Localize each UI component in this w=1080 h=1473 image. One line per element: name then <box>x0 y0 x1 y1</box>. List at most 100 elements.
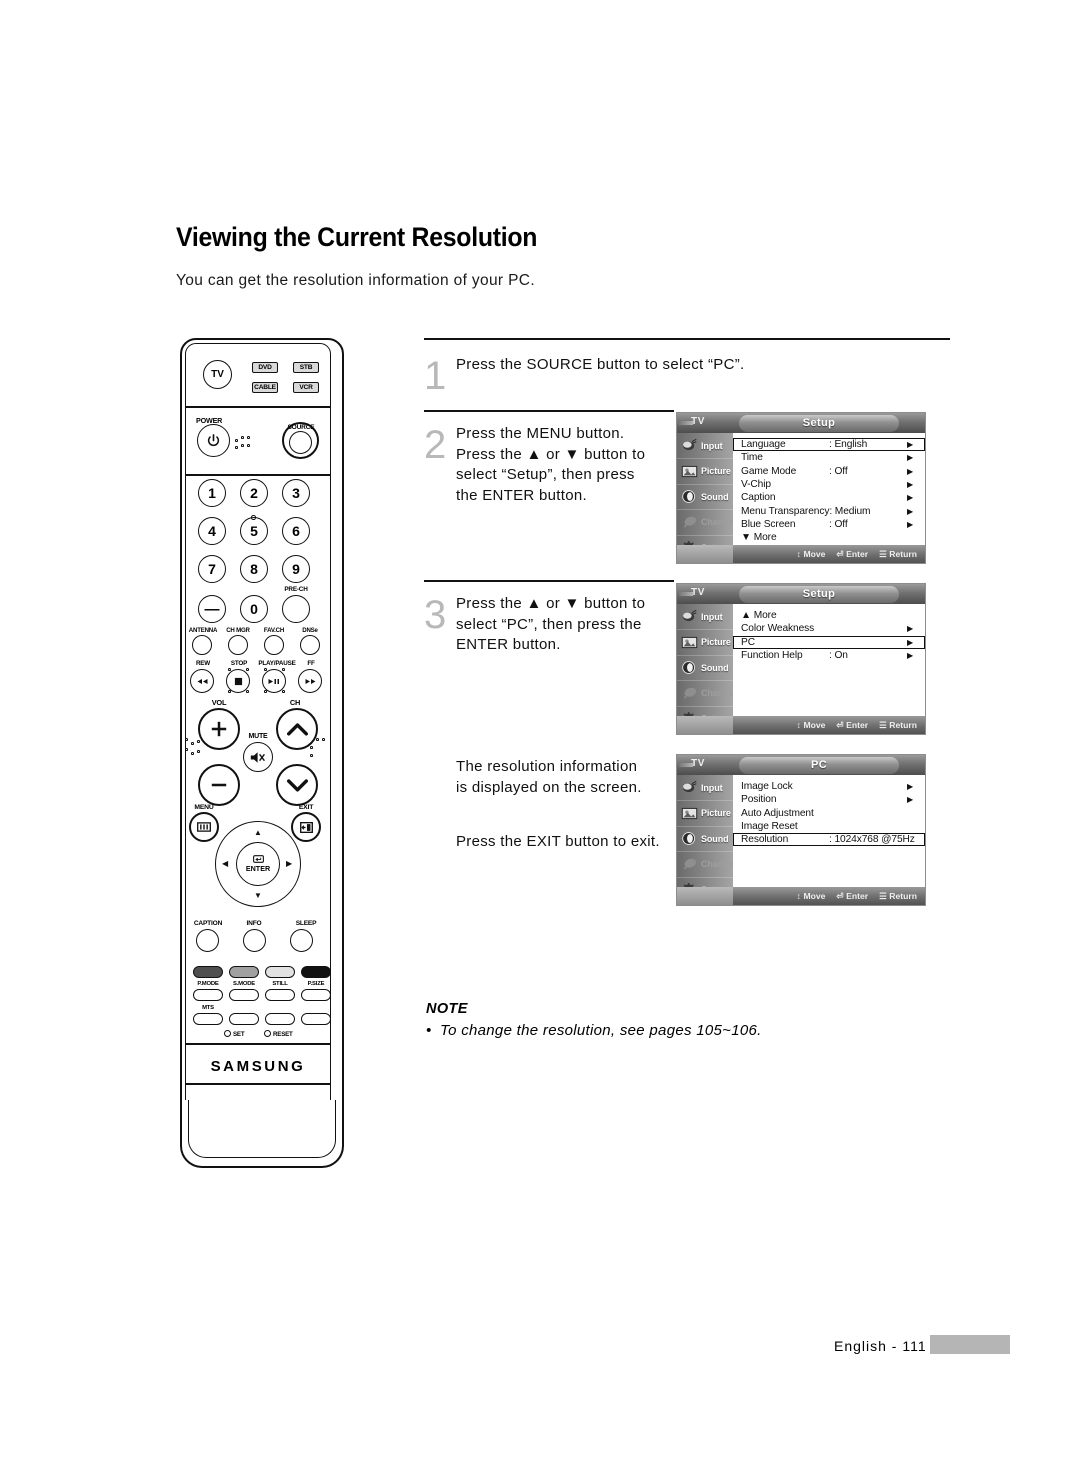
play-pause-icon <box>268 678 279 684</box>
remote-num-5[interactable]: 5 <box>240 517 268 545</box>
remote-ch-down-button[interactable] <box>276 764 318 806</box>
osd-menu-item[interactable]: Language: English ▶ <box>733 438 925 452</box>
remote-psize-button[interactable] <box>301 989 331 1001</box>
osd-menu-item[interactable]: Position ▶ <box>733 793 925 806</box>
osd-sidebar-item-channel[interactable]: Channel <box>677 681 736 707</box>
remote-extra-button-3[interactable] <box>301 1013 331 1025</box>
remote-extra-button-2[interactable] <box>265 1013 295 1025</box>
remote-info-button[interactable] <box>243 929 266 952</box>
remote-stb-button[interactable]: STB <box>293 362 319 373</box>
dpad-down-icon[interactable]: ▼ <box>254 891 262 900</box>
remote-control-illustration: TV DVD STB CABLE VCR POWER SOURCE 1 2 3 … <box>176 338 352 1178</box>
remote-num-3[interactable]: 3 <box>282 479 310 507</box>
osd-menu-item[interactable]: Image Lock ▶ <box>733 780 925 793</box>
osd-sidebar-item-channel[interactable]: Channel <box>677 510 736 536</box>
osd-menu-item[interactable]: Color Weakness ▶ <box>733 622 925 635</box>
remote-sleep-button[interactable] <box>290 929 313 952</box>
remote-num-8[interactable]: 8 <box>240 555 268 583</box>
osd-help-move: ↕ Move <box>797 549 826 559</box>
osd-sidebar-item-input[interactable]: Input <box>677 775 733 801</box>
remote-menu-button[interactable] <box>189 812 219 842</box>
remote-extra-button-1[interactable] <box>229 1013 259 1025</box>
osd-sidebar-item-channel[interactable]: Channel <box>677 852 736 878</box>
osd-menu-item[interactable]: Image Reset <box>733 820 925 833</box>
remote-caption-button[interactable] <box>196 929 219 952</box>
remote-prech-button[interactable] <box>282 595 310 623</box>
osd-menu-item[interactable]: ▲ More <box>733 609 925 622</box>
remote-set-button[interactable] <box>224 1030 231 1037</box>
osd-sidebar-item-sound[interactable]: Sound <box>677 655 733 681</box>
osd-menu-item[interactable]: V-Chip ▶ <box>733 478 925 491</box>
osd-sidebar-item-picture[interactable]: Picture <box>677 801 733 827</box>
osd-menu-item[interactable]: Function Help: On ▶ <box>733 649 925 662</box>
remote-power-button[interactable] <box>197 424 230 457</box>
remote-chmgr-label: CH MGR <box>226 627 250 634</box>
remote-num-9[interactable]: 9 <box>282 555 310 583</box>
dpad-left-icon[interactable]: ◀ <box>222 859 228 868</box>
remote-exit-button[interactable] <box>291 812 321 842</box>
dpad-up-icon[interactable]: ▲ <box>254 828 262 837</box>
remote-color-button-1[interactable] <box>193 966 223 978</box>
remote-antenna-label: ANTENNA <box>188 627 218 634</box>
osd-title: Setup <box>739 414 899 432</box>
remote-pmode-button[interactable] <box>193 989 223 1001</box>
osd-sidebar-item-sound[interactable]: Sound <box>677 826 733 852</box>
remote-color-button-3[interactable] <box>265 966 295 978</box>
remote-still-button[interactable] <box>265 989 295 1001</box>
remote-cable-button[interactable]: CABLE <box>252 382 278 393</box>
remote-vol-down-button[interactable] <box>198 764 240 806</box>
osd-menu-item[interactable]: Auto Adjustment <box>733 807 925 820</box>
dpad-right-icon[interactable]: ▶ <box>286 859 292 868</box>
osd-help-return-label: Return <box>889 549 917 559</box>
osd-sidebar-item-input[interactable]: Input <box>677 604 733 630</box>
up-down-arrow-icon: ↕ <box>796 891 801 901</box>
osd-sidebar-item-sound[interactable]: Sound <box>677 484 733 510</box>
remote-sleep-label: SLEEP <box>295 920 317 927</box>
osd-menu-item[interactable]: PC ▶ <box>733 635 925 649</box>
remote-source-inner[interactable] <box>289 431 312 454</box>
remote-favch-button[interactable] <box>264 635 284 655</box>
remote-dash-button[interactable]: — <box>198 595 226 623</box>
osd-menu-item[interactable]: Blue Screen: Off ▶ <box>733 518 925 531</box>
osd-help-bar: ↕ Move ⏎ Enter ☰ Return <box>733 545 925 563</box>
remote-vcr-button[interactable]: VCR <box>293 382 319 393</box>
remote-color-button-2[interactable] <box>229 966 259 978</box>
remote-tv-button[interactable]: TV <box>203 360 232 389</box>
remote-enter-button[interactable]: ENTER <box>236 842 280 886</box>
remote-mute-button[interactable] <box>243 742 273 772</box>
remote-color-button-4[interactable] <box>301 966 331 978</box>
remote-reset-button[interactable] <box>264 1030 271 1037</box>
remote-smode-button[interactable] <box>229 989 259 1001</box>
input-icon <box>682 780 697 793</box>
remote-ff-button[interactable] <box>298 669 322 693</box>
step-3-text: Press the ▲ or ▼ button to select “PC”, … <box>456 595 646 653</box>
remote-dvd-button[interactable]: DVD <box>252 362 278 373</box>
remote-chmgr-button[interactable] <box>228 635 248 655</box>
osd-menu-item[interactable]: Caption ▶ <box>733 491 925 504</box>
remote-num-2[interactable]: 2 <box>240 479 268 507</box>
osd-menu-item-label: Game Mode <box>741 465 797 477</box>
remote-num-4[interactable]: 4 <box>198 517 226 545</box>
osd-title: Setup <box>739 585 899 603</box>
remote-ch-up-button[interactable] <box>276 708 318 750</box>
remote-antenna-button[interactable] <box>192 635 212 655</box>
remote-num-0[interactable]: 0 <box>240 595 268 623</box>
remote-dnse-button[interactable] <box>300 635 320 655</box>
remote-num-7[interactable]: 7 <box>198 555 226 583</box>
remote-mts-button[interactable] <box>193 1013 223 1025</box>
osd-bottom-left <box>677 887 733 905</box>
remote-rew-button[interactable] <box>190 669 214 693</box>
osd-sidebar-item-picture[interactable]: Picture <box>677 459 733 485</box>
osd-menu-item[interactable]: Game Mode: Off ▶ <box>733 465 925 478</box>
osd-sidebar-item-picture[interactable]: Picture <box>677 630 733 656</box>
remote-num-6[interactable]: 6 <box>282 517 310 545</box>
osd-sidebar-item-input[interactable]: Input <box>677 433 733 459</box>
osd-menu-item[interactable]: ▼ More <box>733 531 925 544</box>
osd-menu-item[interactable]: Menu Transparency: Medium ▶ <box>733 504 925 517</box>
remote-vol-up-button[interactable] <box>198 708 240 750</box>
note-title: NOTE <box>426 1001 468 1017</box>
remote-num-1[interactable]: 1 <box>198 479 226 507</box>
remote-vcr-label: VCR <box>299 384 313 391</box>
osd-menu-item[interactable]: Resolution: 1024x768 @75Hz <box>733 833 925 847</box>
osd-menu-item[interactable]: Time ▶ <box>733 451 925 464</box>
